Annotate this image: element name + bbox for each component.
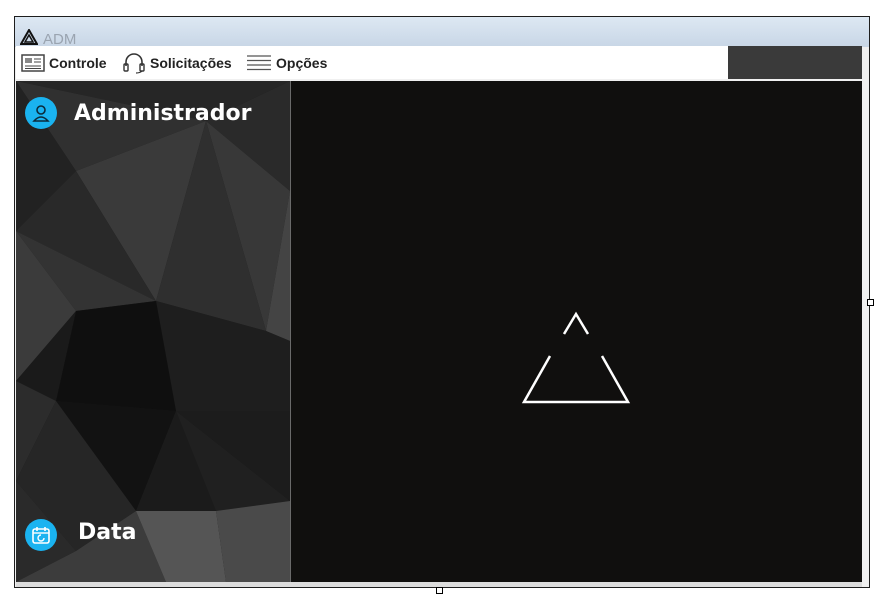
resize-handle-right[interactable] — [867, 299, 874, 306]
menu-bar-filler — [728, 46, 862, 79]
control-panel-icon — [21, 54, 45, 72]
headset-icon — [123, 53, 145, 74]
resize-handle-bottom[interactable] — [436, 587, 443, 594]
triangle-logo-icon — [20, 29, 38, 45]
menu-item-controle[interactable]: Controle — [21, 52, 107, 74]
user-icon — [25, 97, 57, 129]
triangle-logo-icon — [521, 311, 631, 404]
sidebar — [16, 81, 290, 582]
user-name-label: Administrador — [74, 101, 252, 126]
menu-item-label: Solicitações — [150, 55, 232, 71]
title-bar[interactable] — [15, 17, 869, 47]
menu-item-solicitacoes[interactable]: Solicitações — [122, 52, 232, 74]
sidebar-background-image — [16, 81, 290, 582]
menu-lines-icon — [247, 55, 271, 71]
calendar-icon — [25, 519, 57, 551]
menu-item-opcoes[interactable]: Opções — [246, 52, 327, 74]
date-label: Data — [78, 520, 137, 545]
menu-item-label: Controle — [49, 55, 107, 71]
menu-item-label: Opções — [276, 55, 328, 71]
